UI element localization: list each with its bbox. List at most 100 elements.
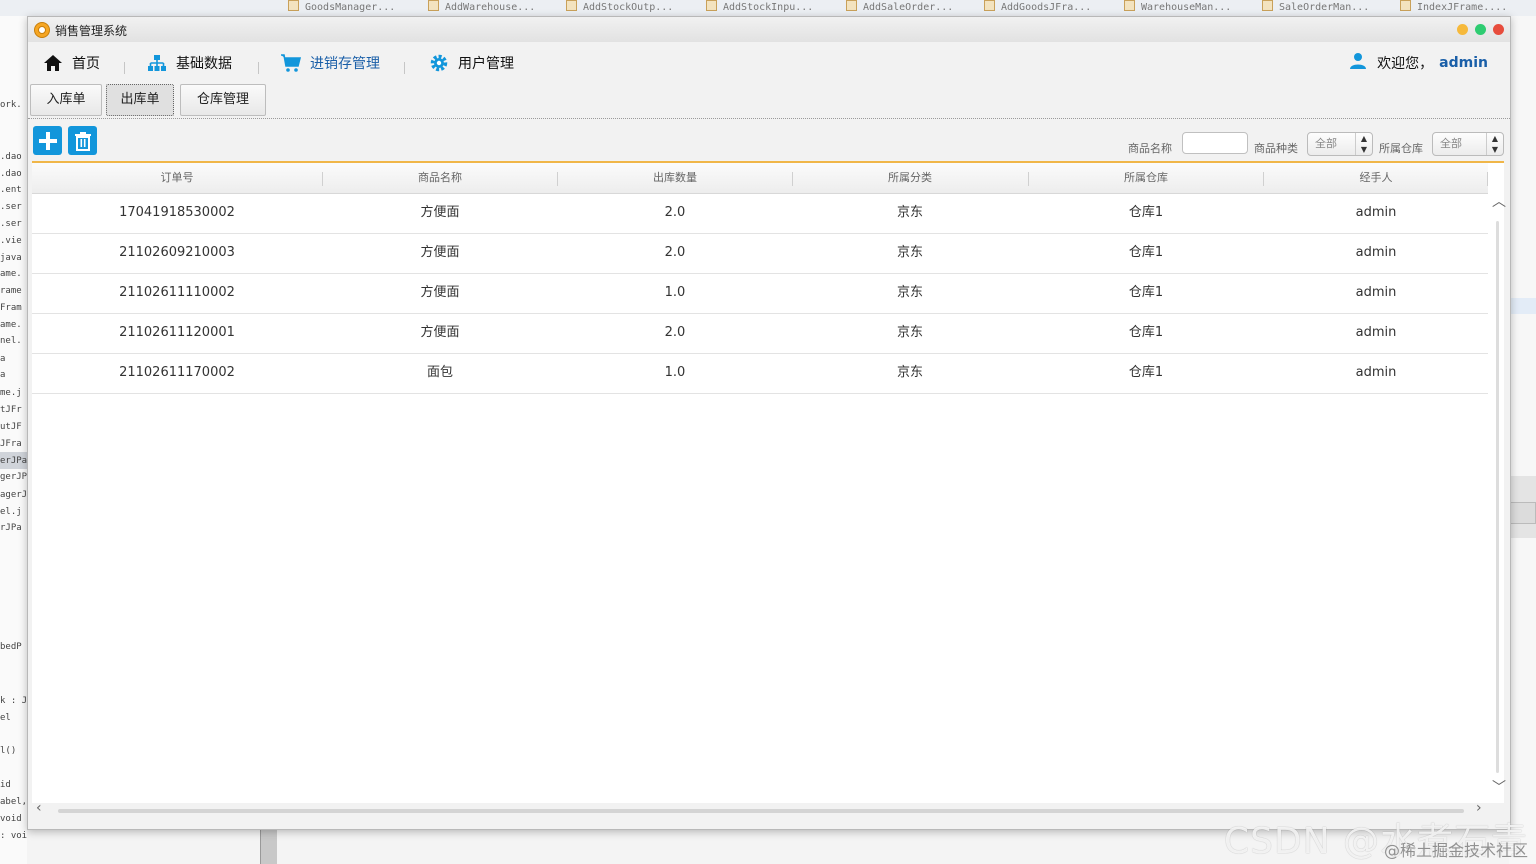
table-cell: admin [1355,325,1397,340]
menu-user-management-label: 用户管理 [458,56,514,72]
background-code-line: .vie [0,236,22,246]
table-cell: 方便面 [420,245,460,260]
select-arrows-icon: ▲ ▼ [1355,133,1372,155]
minimize-button[interactable] [1457,24,1468,35]
plus-icon [38,131,57,150]
table-cell: admin [1355,365,1397,380]
table-cell: 京东 [896,245,923,260]
table-row[interactable]: 21102611170002 面包 1.0 京东 仓库1 admin [32,353,1488,394]
tab-warehouse-management[interactable]: 仓库管理 [180,84,266,116]
background-code-line: .dao [0,152,22,162]
select-arrows-icon: ▲ ▼ [1486,133,1503,155]
table-cell: 2.0 [664,325,686,340]
background-code-line: el.j [0,507,22,517]
table-row[interactable]: 21102609210003 方便面 2.0 京东 仓库1 admin [32,233,1488,274]
background-code-line: nel. [0,336,22,346]
table-cell: 仓库1 [1128,205,1164,220]
cart-icon [280,53,302,73]
menu-inventory[interactable]: 进销存管理 [280,52,380,74]
table-cell: 方便面 [420,285,460,300]
background-code-line: abel, [0,797,27,807]
column-header[interactable]: 所属仓库 [1036,163,1256,193]
table-cell: 仓库1 [1128,365,1164,380]
column-header[interactable]: 商品名称 [330,163,550,193]
table-cell: 京东 [896,365,923,380]
stock-out-toolbar: 商品名称 商品种类 全部 ▲ ▼ 所属仓库 全部 ▲ ▼ [28,124,1510,158]
table-cell: 21102611120001 [119,325,235,340]
column-header[interactable]: 订单号 [67,163,287,193]
background-editor-tabs: GoodsManager... AddWarehouse... AddStockOu… [0,0,1536,17]
background-code-line: rame [0,286,22,296]
goods-name-label: 商品名称 [1128,142,1172,155]
window-titlebar[interactable]: 销售管理系统 [28,17,1510,43]
table-cell: 方便面 [420,205,460,220]
vertical-scrollbar[interactable]: ︿ ﹀ [1490,191,1506,803]
background-code-line: gerJP [0,472,27,482]
background-code-line: ame. [0,320,22,330]
delete-button[interactable] [68,126,97,155]
menu-divider [258,62,259,74]
table-row[interactable]: 21102611120001 方便面 2.0 京东 仓库1 admin [32,313,1488,354]
vertical-scroll-track[interactable] [1496,221,1499,773]
warehouse-select[interactable]: 全部 ▲ ▼ [1432,132,1504,156]
goods-name-input[interactable] [1182,132,1248,154]
welcome-area: 欢迎您， admin [1349,52,1488,74]
user-icon [1349,52,1367,74]
table-cell: admin [1355,205,1397,220]
background-right-panel [1509,16,1536,864]
column-divider [322,172,323,186]
column-header[interactable]: 出库数量 [565,163,785,193]
background-scrollbar [260,824,277,864]
scroll-down-icon[interactable]: ﹀ [1492,777,1506,797]
table-cell: admin [1355,245,1397,260]
table-header: 订单号 商品名称 出库数量 所属分类 所属仓库 经手人 [32,163,1488,194]
menu-user-management[interactable]: 用户管理 [428,52,514,74]
table-row[interactable]: 17041918530002 方便面 2.0 京东 仓库1 admin [32,193,1488,234]
background-editor-tab: AddGoodsJFra... [984,0,1114,14]
background-code-line: a [0,370,6,380]
menu-inventory-label: 进销存管理 [310,56,380,72]
background-editor-tab: SaleOrderMan... [1262,0,1392,14]
column-header[interactable]: 所属分类 [800,163,1020,193]
background-editor-tab: AddSaleOrder... [846,0,976,14]
background-code-line: me.j [0,388,22,398]
table-cell: 21102611110002 [119,285,235,300]
background-editor-tab: AddStockInpu... [706,0,836,14]
stock-out-table: 订单号 商品名称 出库数量 所属分类 所属仓库 经手人 17041918530002 方便面… [32,161,1506,803]
table-cell: 2.0 [664,205,686,220]
column-header[interactable]: 经手人 [1266,163,1486,193]
table-row[interactable]: 21102611110002 方便面 1.0 京东 仓库1 admin [32,273,1488,314]
background-code-line: id [0,780,11,790]
background-code-line: JFra [0,439,22,449]
menu-basic-data[interactable]: 基础数据 [146,52,232,74]
background-code-line: void [0,814,22,824]
menu-divider [124,62,125,74]
table-cell: 面包 [426,365,453,380]
column-divider [557,172,558,186]
background-code-line: ame. [0,269,22,279]
tab-stock-out[interactable]: 出库单 [106,84,174,116]
category-select[interactable]: 全部 ▲ ▼ [1307,132,1373,156]
background-code-line: erJPa [0,456,27,466]
scroll-up-icon[interactable]: ︿ [1492,191,1506,211]
background-code-panel: ork. .dao .dao .ent .ser .ser .vie java ame. rame… [0,16,27,864]
background-code-line: a [0,354,6,364]
tab-stock-in[interactable]: 入库单 [30,84,102,116]
menu-home[interactable]: 首页 [42,52,100,74]
background-code-line: tJFr [0,405,22,415]
menu-home-label: 首页 [72,56,100,72]
table-cell: 方便面 [420,325,460,340]
close-button[interactable] [1493,24,1504,35]
scroll-left-icon[interactable]: ‹ [36,800,42,816]
table-cell: 仓库1 [1128,245,1164,260]
maximize-button[interactable] [1475,24,1486,35]
window-title: 销售管理系统 [55,24,128,38]
tab-divider [28,118,1510,119]
category-label: 商品种类 [1254,142,1298,155]
trash-icon [74,131,91,151]
current-username: admin [1439,55,1488,71]
table-cell: 京东 [896,205,923,220]
add-button[interactable] [33,126,62,155]
warehouse-selected-value: 全部 [1440,137,1462,150]
table-cell: 1.0 [664,285,686,300]
